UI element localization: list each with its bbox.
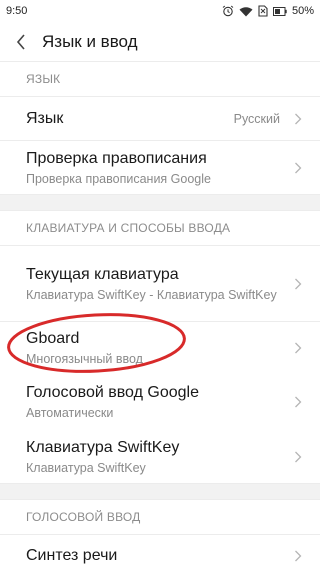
battery-icon	[272, 6, 287, 16]
status-time: 9:50	[6, 5, 28, 17]
back-button[interactable]	[10, 31, 32, 53]
setting-current-keyboard-summary: Клавиатура SwiftKey - Клавиатура SwiftKe…	[26, 287, 277, 302]
status-icons: 50%	[222, 5, 314, 17]
setting-text-to-speech[interactable]: Синтез речи	[0, 535, 320, 569]
chevron-right-icon	[295, 451, 302, 462]
setting-google-voice-input[interactable]: Голосовой ввод Google Автоматически	[0, 374, 320, 430]
section-header-keyboard: КЛАВИАТУРА И СПОСОБЫ ВВОДА	[0, 211, 320, 246]
setting-spellcheck-summary: Проверка правописания Google	[26, 171, 211, 186]
battery-percent: 50%	[291, 5, 314, 17]
setting-gboard-title: Gboard	[26, 330, 80, 347]
setting-swiftkey[interactable]: Клавиатура SwiftKey Клавиатура SwiftKey	[0, 430, 320, 484]
section-header-voice: ГОЛОСОВОЙ ВВОД	[0, 500, 320, 535]
setting-current-keyboard-title: Текущая клавиатура	[26, 265, 179, 283]
setting-language-title: Язык	[26, 109, 64, 127]
setting-swiftkey-title: Клавиатура SwiftKey	[26, 438, 180, 456]
setting-google-voice-input-title: Голосовой ввод Google	[26, 384, 199, 401]
setting-spellcheck-title: Проверка правописания	[26, 149, 207, 167]
setting-google-voice-input-summary: Автоматически	[26, 406, 114, 420]
setting-language-value: Русский	[233, 111, 280, 126]
setting-current-keyboard[interactable]: Текущая клавиатура Клавиатура SwiftKey -…	[0, 246, 320, 322]
wifi-icon	[239, 6, 253, 17]
sim-icon	[258, 5, 268, 17]
page-title: Язык и ввод	[42, 31, 138, 51]
setting-gboard[interactable]: Gboard Многоязычный ввод	[0, 322, 320, 374]
setting-text-to-speech-title: Синтез речи	[26, 546, 118, 564]
setting-language[interactable]: Язык Русский	[0, 97, 320, 141]
back-arrow-icon	[16, 33, 25, 50]
chevron-right-icon	[295, 550, 302, 561]
section-divider	[0, 484, 320, 500]
chevron-right-icon	[295, 278, 302, 289]
setting-spellcheck[interactable]: Проверка правописания Проверка правописа…	[0, 141, 320, 195]
status-bar: 9:50 50%	[0, 0, 320, 22]
chevron-right-icon	[295, 113, 302, 124]
chevron-right-icon	[295, 396, 302, 408]
chevron-right-icon	[295, 162, 302, 173]
section-header-language: ЯЗЫК	[0, 62, 320, 97]
chevron-right-icon	[295, 342, 302, 354]
alarm-icon	[222, 5, 234, 17]
section-divider	[0, 195, 320, 211]
app-bar: Язык и ввод	[0, 22, 320, 62]
setting-gboard-summary: Многоязычный ввод	[26, 352, 143, 366]
setting-swiftkey-summary: Клавиатура SwiftKey	[26, 460, 146, 475]
